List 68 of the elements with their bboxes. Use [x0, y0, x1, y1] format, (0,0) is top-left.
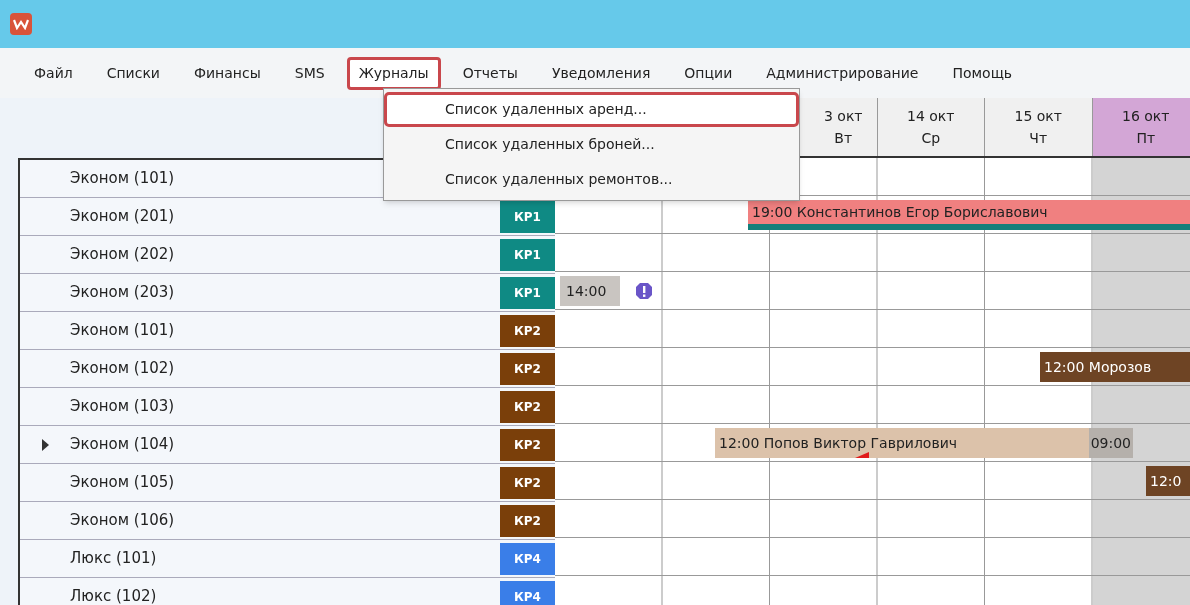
room-row[interactable]: Эконом (103) КР2 [20, 388, 555, 426]
booking-text: 12:0 [1150, 471, 1182, 491]
day-header[interactable]: 16 окт Пт [1092, 98, 1190, 156]
category-tag: КР1 [500, 276, 555, 309]
room-name[interactable]: Эконом (104) [70, 433, 500, 456]
day-weekday: Пт [1136, 129, 1156, 148]
menu-item[interactable]: Уведомления [539, 56, 663, 90]
day-weekday: Чт [1029, 129, 1048, 148]
day-weekday: Ср [921, 129, 941, 148]
room-name[interactable]: Люкс (102) [70, 585, 500, 605]
day-date: 3 окт [823, 107, 863, 126]
app-logo-icon [10, 13, 32, 35]
room-name[interactable]: Эконом (103) [70, 395, 500, 418]
menu-item[interactable]: Журналы [346, 56, 441, 90]
category-tag: КР4 [500, 542, 555, 575]
booking-bar[interactable]: 12:0 [1146, 466, 1190, 496]
menu-item[interactable]: SMS [282, 56, 337, 90]
day-date: 15 окт [1014, 107, 1062, 126]
booking-time: 14:00 [566, 281, 607, 301]
room-row[interactable]: Эконом (105) КР2 [20, 464, 555, 502]
room-row[interactable]: Эконом (104) КР2 [20, 426, 555, 464]
booking-text: 12:00 Попов Виктор Гаврилович [719, 433, 957, 453]
day-date: 14 окт [907, 107, 955, 126]
booking-bar[interactable]: 12:00 Попов Виктор Гаврилович 09:00 [715, 428, 1133, 458]
booking-text: 12:00 Морозов [1044, 357, 1152, 377]
room-row[interactable]: Эконом (101) КР2 [20, 312, 555, 350]
menu-item[interactable]: Финансы [181, 56, 273, 90]
menu-item[interactable]: Отчеты [450, 56, 530, 90]
category-tag: КР2 [500, 466, 555, 499]
room-row[interactable]: Эконом (102) КР2 [20, 350, 555, 388]
menu-item[interactable]: Помощь [940, 56, 1025, 90]
day-header[interactable]: 15 окт Чт [985, 98, 1093, 156]
dropdown-item[interactable]: Список удаленных аренд... [384, 92, 799, 127]
room-name[interactable]: Люкс (101) [70, 547, 500, 570]
category-tag: КР2 [500, 352, 555, 385]
room-name[interactable]: Эконом (202) [70, 243, 500, 266]
room-name[interactable]: Эконом (105) [70, 471, 500, 494]
room-name[interactable]: Эконом (203) [70, 281, 500, 304]
room-row[interactable]: Люкс (102) КР4 [20, 578, 555, 605]
room-name[interactable]: Эконом (101) [70, 319, 500, 342]
menu-item[interactable]: Опции [672, 56, 745, 90]
booking-block[interactable]: 14:00 [560, 276, 620, 306]
day-date: 16 окт [1122, 107, 1170, 126]
room-row[interactable]: Эконом (203) КР1 [20, 274, 555, 312]
menu-item[interactable]: Списки [94, 56, 172, 90]
room-name[interactable]: Эконом (201) [70, 205, 500, 228]
category-tag: КР1 [500, 238, 555, 271]
category-tag: КР2 [500, 504, 555, 537]
room-row[interactable]: Эконом (202) КР1 [20, 236, 555, 274]
booking-bar[interactable]: 19:00 Константинов Егор Бориславович [748, 200, 1190, 230]
menu-item[interactable]: Администрирование [754, 56, 931, 90]
room-name[interactable]: Эконом (102) [70, 357, 500, 380]
room-row[interactable]: Люкс (101) КР4 [20, 540, 555, 578]
category-tag: КР2 [500, 428, 555, 461]
day-header[interactable]: 14 окт Ср [877, 98, 985, 156]
corner-marker-icon [855, 452, 869, 458]
warning-icon [635, 282, 653, 300]
category-tag: КР1 [500, 200, 555, 233]
category-tag: КР2 [500, 314, 555, 347]
room-name[interactable]: Эконом (106) [70, 509, 500, 532]
menu-item[interactable]: Файл [22, 56, 85, 90]
booking-text: 19:00 Константинов Егор Бориславович [752, 202, 1048, 222]
booking-end-time: 09:00 [1088, 428, 1133, 458]
day-weekday: Вт [834, 129, 853, 148]
room-row[interactable]: Эконом (106) КР2 [20, 502, 555, 540]
booking-bar[interactable]: 12:00 Морозов [1040, 352, 1190, 382]
category-tag: КР4 [500, 580, 555, 605]
category-tag: КР2 [500, 390, 555, 423]
